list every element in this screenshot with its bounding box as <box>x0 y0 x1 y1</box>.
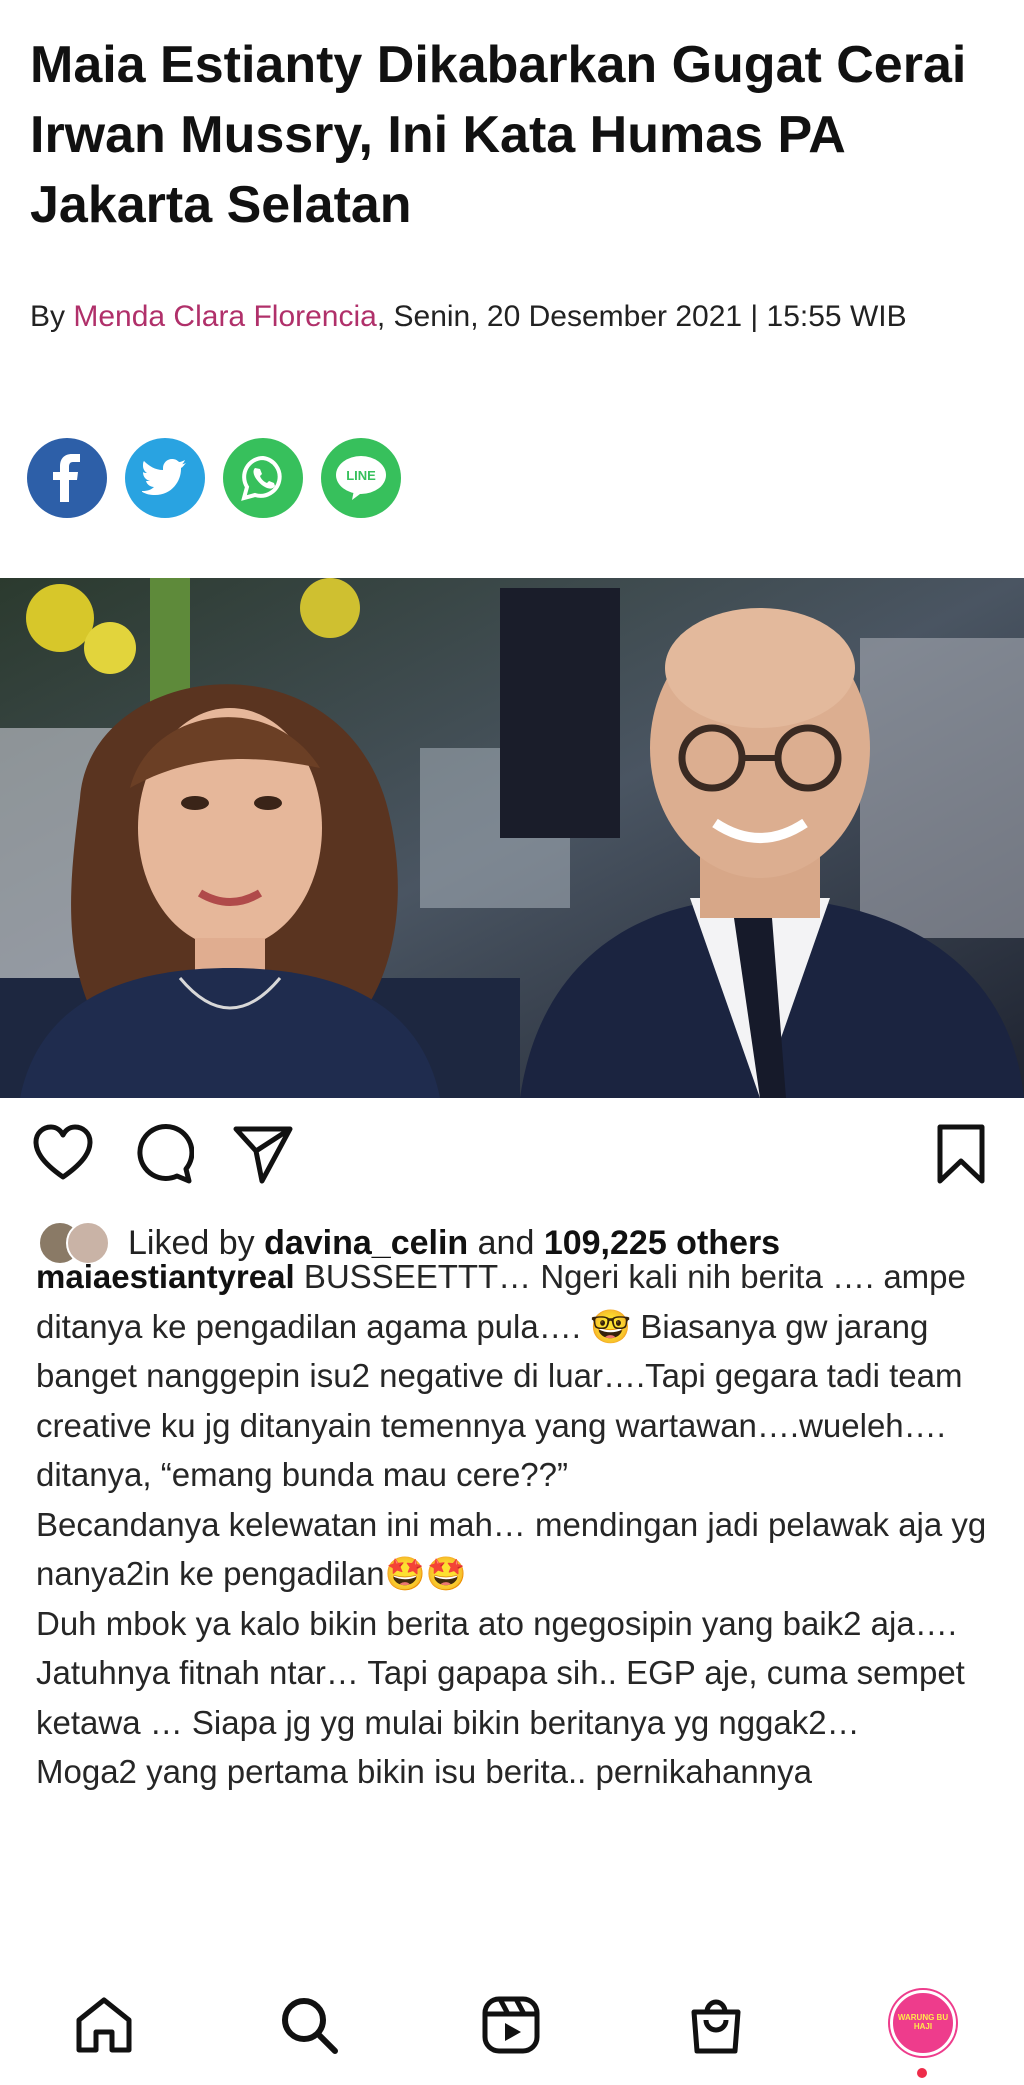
shop-bag-icon[interactable] <box>685 1994 747 2056</box>
comment-bubble-icon[interactable] <box>132 1123 194 1185</box>
like-heart-icon[interactable] <box>32 1123 94 1185</box>
share-paper-plane-icon[interactable] <box>232 1123 294 1185</box>
bottom-nav: WARUNG BU HAJI <box>0 1962 1024 2085</box>
facebook-icon <box>53 454 80 502</box>
line-share-button[interactable]: LINE <box>321 438 401 518</box>
caption-text: BUSSEETTT… Ngeri kali nih berita …. ampe… <box>36 1258 987 1790</box>
caption-username[interactable]: maiaestiantyreal <box>36 1258 295 1295</box>
post-photo[interactable] <box>0 578 1024 1098</box>
whatsapp-icon <box>241 455 282 501</box>
article-byline: By Menda Clara Florencia, Senin, 20 Dese… <box>30 292 990 342</box>
twitter-icon <box>142 459 186 495</box>
post-caption: maiaestiantyreal BUSSEETTT… Ngeri kali n… <box>36 1252 996 1962</box>
byline-prefix: By <box>30 300 74 333</box>
share-buttons: LINE <box>27 438 401 518</box>
byline-date: , Senin, 20 Desember 2021 | 15:55 WIB <box>376 300 907 333</box>
line-icon: LINE <box>336 456 386 500</box>
facebook-share-button[interactable] <box>27 438 107 518</box>
save-bookmark-icon[interactable] <box>930 1123 992 1185</box>
twitter-share-button[interactable] <box>125 438 205 518</box>
article-title: Maia Estianty Dikabarkan Gugat Cerai Irw… <box>30 36 967 234</box>
whatsapp-share-button[interactable] <box>223 438 303 518</box>
home-icon[interactable] <box>73 1994 135 2056</box>
profile-avatar[interactable]: WARUNG BU HAJI <box>890 1990 956 2056</box>
profile-avatar-label: WARUNG BU HAJI <box>897 2013 949 2031</box>
notification-dot <box>917 2068 927 2078</box>
search-icon[interactable] <box>278 1994 340 2056</box>
reels-icon[interactable] <box>480 1994 542 2056</box>
author-link[interactable]: Menda Clara Florencia <box>73 300 376 333</box>
line-icon-label: LINE <box>346 468 376 483</box>
